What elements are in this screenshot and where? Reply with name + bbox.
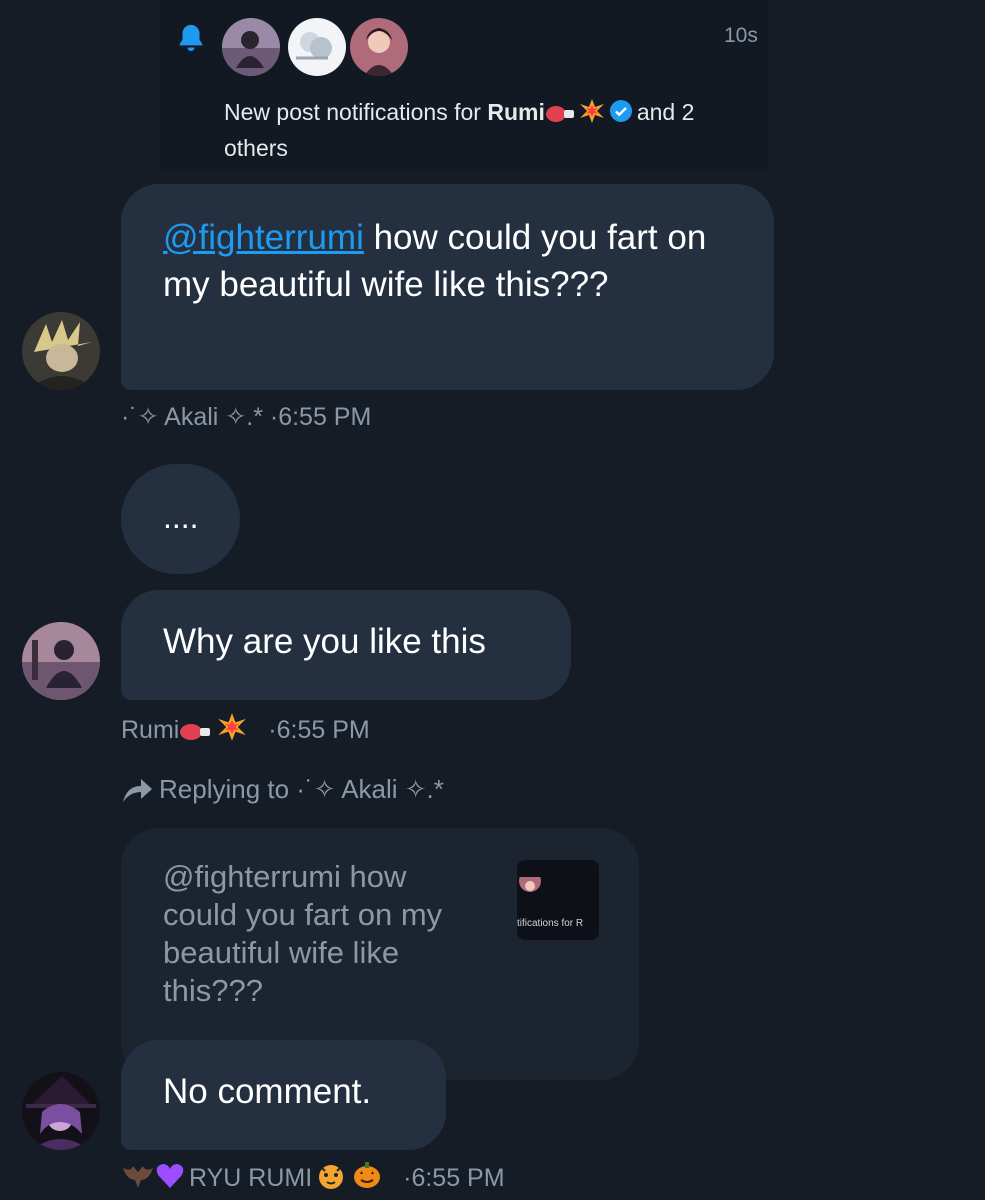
replying-to-label: Replying to ·˙✧ Akali ✧.* (159, 774, 444, 804)
notification-name: Rumi (487, 99, 545, 125)
message-meta-akali: ·˙✧ Akali ✧.* ·6:55 PM (121, 402, 371, 432)
verified-badge-icon (609, 99, 633, 131)
message-bubble-dots[interactable]: .... (121, 464, 240, 574)
message-bubble-akali[interactable]: @fighterrumi how could you fart on my be… (121, 184, 774, 390)
message-time: ·6:55 PM (403, 1164, 505, 1192)
avatar-wind[interactable] (288, 18, 346, 76)
message-time: ·6:55 PM (268, 716, 370, 744)
sender-name: RYU RUMI (189, 1164, 313, 1192)
thumbnail-text: tifications for R (517, 918, 584, 929)
notification-text[interactable]: New post notifications for Rumi and 2 ot… (224, 96, 764, 164)
avatar-rumi-message[interactable] (22, 622, 100, 700)
message-text: No comment. (163, 1072, 372, 1111)
message-time: ·6:55 PM (269, 403, 372, 431)
notification-suffix: and 2 (636, 99, 695, 125)
boxing-glove-icon (179, 720, 213, 749)
message-meta-ryu-rumi: RYU RUMI ·6:55 PM (121, 1160, 505, 1197)
message-bubble-rumi[interactable]: Why are you like this (121, 590, 571, 700)
quoted-thumbnail: tifications for R (517, 860, 599, 940)
message-meta-rumi: Rumi ·6:55 PM (121, 712, 370, 749)
boxing-glove-icon (545, 100, 577, 132)
avatar-ryu-rumi[interactable] (350, 18, 408, 76)
tiger-icon (316, 1162, 346, 1197)
quoted-text: @fighterrumi how could you fart on my be… (163, 859, 443, 1008)
collision-icon (579, 98, 605, 132)
message-bubble-ryu-rumi[interactable]: No comment. (121, 1040, 446, 1150)
reply-arrow-icon (123, 779, 152, 802)
message-text: .... (163, 499, 199, 535)
avatar-akali[interactable] (22, 312, 100, 390)
purple-heart-icon (155, 1162, 185, 1197)
sender-name: Rumi (121, 716, 180, 744)
message-text: Why are you like this (163, 622, 486, 661)
notification-prefix: New post notifications for (224, 99, 488, 125)
notification-time: 10s (724, 24, 758, 47)
replying-to[interactable]: Replying to ·˙✧ Akali ✧.* (121, 774, 444, 805)
avatar-rumi[interactable] (222, 18, 280, 76)
bat-icon (121, 1162, 155, 1197)
avatar-ryu-rumi-message[interactable] (22, 1072, 100, 1150)
mention-link[interactable]: @fighterrumi (163, 218, 364, 257)
bell-icon (179, 24, 203, 52)
notification-line2: others (224, 135, 288, 161)
collision-icon (217, 712, 247, 749)
thumbnail-avatar (519, 870, 541, 892)
sender-name: ·˙✧ Akali ✧.* (121, 403, 263, 431)
pumpkin-icon (352, 1160, 382, 1197)
